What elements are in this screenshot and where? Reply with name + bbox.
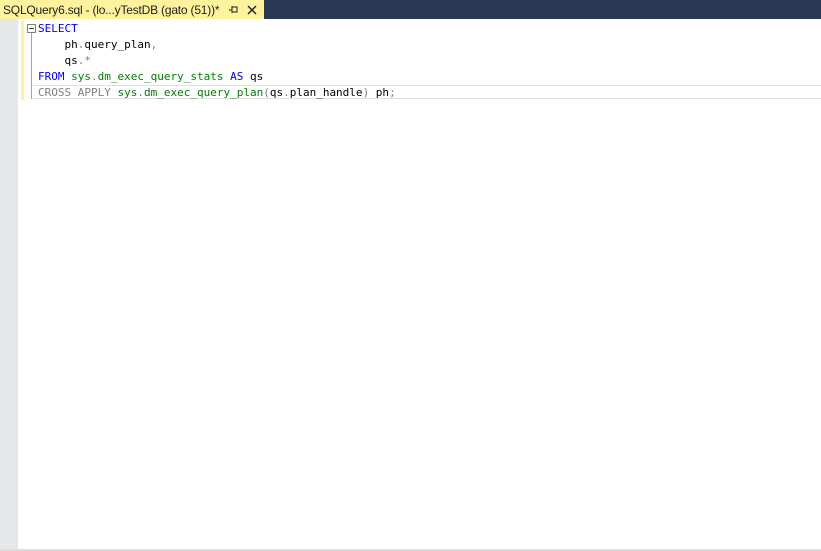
code-token: ph [369, 86, 390, 99]
code-token: CROSS APPLY [38, 86, 118, 99]
code-line[interactable]: qs.* [38, 53, 396, 69]
code-token: ( [263, 86, 270, 99]
code-line[interactable]: SELECT [38, 21, 396, 37]
code-token: AS [223, 70, 250, 83]
code-line[interactable]: ph.query_plan, [38, 37, 396, 53]
code-token: qs [38, 54, 78, 67]
code-token: query_plan [84, 38, 151, 51]
code-token: dm_exec_query_stats [97, 70, 224, 83]
code-token: . [91, 70, 98, 83]
code-token: qs [269, 86, 284, 99]
pin-icon[interactable] [228, 3, 240, 15]
editor-gutter [0, 19, 18, 549]
code-token: dm_exec_query_plan [143, 86, 264, 99]
code-line[interactable]: CROSS APPLY sys.dm_exec_query_plan(qs.pl… [38, 85, 396, 101]
code-token: .* [77, 54, 91, 67]
code-line[interactable]: FROM sys.dm_exec_query_stats AS qs [38, 69, 396, 85]
unsaved-changes-bar [21, 21, 24, 100]
code-token: SELECT [38, 22, 78, 35]
code-text[interactable]: SELECT ph.query_plan, qs.* FROM sys.dm_ex… [38, 21, 396, 101]
code-token: FROM [38, 70, 72, 83]
code-token: sys [117, 86, 138, 99]
code-token: . [283, 86, 290, 99]
outline-line [31, 32, 32, 99]
collapse-icon[interactable] [27, 24, 36, 33]
query-editor[interactable]: SELECT ph.query_plan, qs.* FROM sys.dm_ex… [0, 19, 821, 551]
code-token: sys [71, 70, 91, 83]
code-token: ; [389, 86, 396, 99]
tab-sqlquery6[interactable]: SQLQuery6.sql - (lo...yTestDB (gato (51)… [0, 0, 264, 19]
close-icon[interactable] [246, 3, 258, 15]
document-tab-strip: SQLQuery6.sql - (lo...yTestDB (gato (51)… [0, 0, 821, 19]
code-token: ph [38, 38, 78, 51]
code-token: plan_handle [289, 86, 363, 99]
tab-title: SQLQuery6.sql - (lo...yTestDB (gato (51)… [3, 2, 220, 17]
code-token: qs [249, 70, 264, 83]
code-token: , [150, 38, 158, 51]
code-token: . [137, 86, 144, 99]
